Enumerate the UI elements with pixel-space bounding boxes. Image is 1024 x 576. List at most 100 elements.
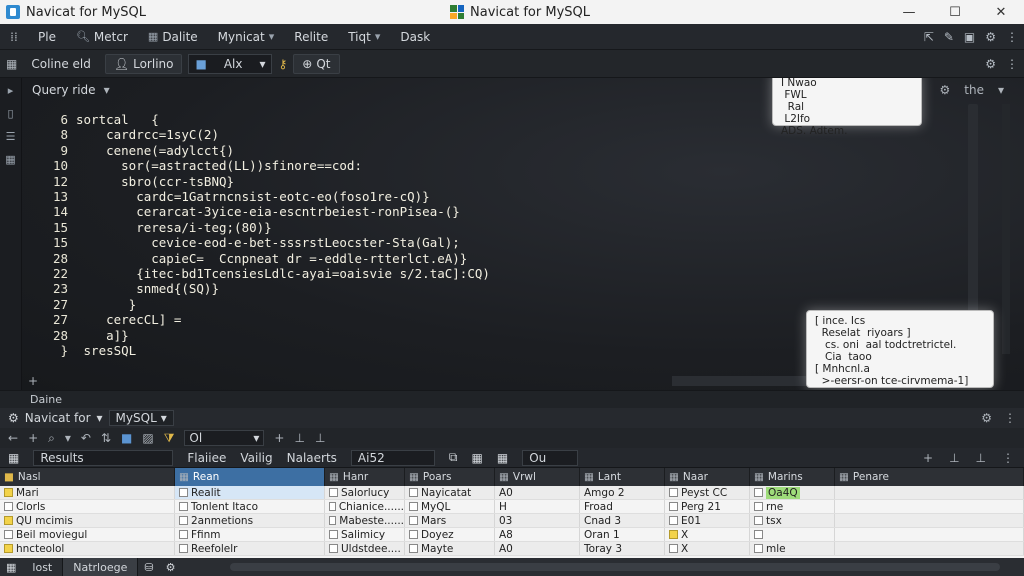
row-checkbox[interactable] (754, 544, 763, 553)
query-button[interactable]: ⊕ Qt (293, 53, 340, 74)
filter-icon[interactable]: ⧩ (164, 431, 175, 446)
minimize-icon[interactable]: — (886, 0, 932, 24)
chevron-down-icon[interactable]: ▾ (998, 83, 1004, 97)
back-icon[interactable]: ← (8, 431, 18, 445)
pin-icon[interactable]: ⊥ (949, 451, 959, 465)
status-tab-natrloege[interactable]: Natrloege (63, 558, 139, 576)
code-line[interactable]: 28 a]} (22, 328, 642, 343)
table-cell[interactable]: Chianice...... (325, 500, 405, 513)
collapse-icon[interactable]: ▸ (8, 84, 14, 97)
column-header[interactable]: ▦ Marins (750, 468, 835, 486)
more-icon[interactable]: ⋮ (1006, 57, 1018, 71)
table-cell[interactable]: Perg 21 (665, 500, 750, 513)
table-cell[interactable]: H (495, 500, 580, 513)
row-checkbox[interactable] (409, 488, 418, 497)
line-text[interactable]: capieC= Ccnpneat dr =-eddle-rtterlct.eA)… (76, 251, 467, 266)
table-cell[interactable]: Doyez (405, 528, 495, 541)
add-icon[interactable]: + (274, 431, 284, 445)
folder-icon[interactable]: ■ (121, 431, 132, 445)
menu-mynicat[interactable]: Mynicat ▾ (208, 24, 285, 50)
row-checkbox[interactable] (329, 488, 338, 497)
table-cell[interactable]: Peyst CC (665, 486, 750, 499)
row-checkbox[interactable] (669, 530, 678, 539)
table-cell[interactable]: Salimicy (325, 528, 405, 541)
table-small-icon[interactable]: ▦ (8, 451, 19, 465)
row-checkbox[interactable] (329, 502, 336, 511)
table-cell[interactable]: A8 (495, 528, 580, 541)
line-text[interactable]: cevice-eod-e-bet-sssrstLeocster-Sta(Gal)… (76, 235, 460, 250)
grid-icon[interactable]: ▦ (5, 153, 15, 166)
line-text[interactable]: snmed{(SQ)} (76, 281, 219, 296)
more-icon[interactable]: ⋮ (1004, 411, 1016, 425)
filter-item-2[interactable]: Nalaerts (287, 451, 337, 465)
line-text[interactable]: sbro(ccr-tsBNQ} (76, 174, 234, 189)
code-line[interactable]: 27 cerecCL] = (22, 312, 642, 327)
line-text[interactable]: {itec-bd1TcensiesLdlc-ayai=oaisvie s/2.t… (76, 266, 490, 281)
table-row[interactable]: Beil moviegul Ffinm Salimicy Doyez A8 Oran 1 X (0, 528, 1024, 542)
line-text[interactable]: cerarcat-3yice-eia-escntrbeiest-ronPisea… (76, 204, 460, 219)
menu-dalite[interactable]: ▦ Dalite (138, 24, 208, 50)
row-checkbox[interactable] (179, 488, 188, 497)
line-text[interactable]: sortcal { (76, 112, 159, 127)
table-cell[interactable]: Realit (175, 486, 325, 499)
row-checkbox[interactable] (669, 516, 678, 525)
table-cell[interactable]: Amgo 2 (580, 486, 665, 499)
edit-icon[interactable]: ✎ (944, 30, 954, 44)
table-cell[interactable]: rne (750, 500, 835, 513)
table-cell[interactable]: tsx (750, 514, 835, 527)
line-text[interactable]: cerecCL] = (76, 312, 181, 327)
column-header[interactable]: ▦ Rean (175, 468, 325, 486)
code-line[interactable]: 13 cardc=1Gatrncnsist-eotc-eo(foso1re-cQ… (22, 189, 642, 204)
sort-icon[interactable]: ⇅ (101, 431, 111, 445)
list-icon[interactable]: ☰ (6, 130, 16, 143)
column-header[interactable]: ▦ Penare (835, 468, 1024, 486)
grid-menu-icon[interactable]: ⁞⁞ (0, 30, 28, 44)
table-cell[interactable]: Toray 3 (580, 542, 665, 555)
filter-item-4[interactable]: Ou (522, 449, 579, 466)
column-header[interactable]: ▦ Lant (580, 468, 665, 486)
line-text[interactable]: reresa/i-teg;(80)} (76, 220, 271, 235)
window-icon[interactable]: ▣ (964, 30, 975, 44)
code-line[interactable]: 6 sortcal { (22, 112, 642, 127)
row-checkbox[interactable] (754, 516, 763, 525)
table-cell[interactable] (750, 528, 835, 541)
menu-relite[interactable]: Relite (284, 24, 338, 50)
row-checkbox[interactable] (409, 530, 418, 539)
grid-icon[interactable]: ▦ (472, 451, 483, 465)
menu-metcr[interactable]: 🔍︎ Metcr (66, 24, 138, 50)
line-text[interactable]: sor(=astracted(LL))sfinore==cod: (76, 158, 362, 173)
table-cell[interactable]: Froad (580, 500, 665, 513)
row-checkbox[interactable] (669, 488, 678, 497)
row-checkbox[interactable] (4, 544, 13, 553)
column-header[interactable]: ▦ Hanr (325, 468, 405, 486)
add-icon[interactable]: + (28, 431, 38, 445)
settings-icon[interactable]: ⚙ (940, 83, 951, 97)
settings-icon[interactable]: ⚙ (160, 561, 182, 574)
code-line[interactable]: 27 } (22, 297, 642, 312)
grid-icon[interactable]: ▦ (497, 451, 508, 465)
menu-ple[interactable]: Ple (28, 24, 66, 50)
line-text[interactable]: } (76, 297, 137, 312)
close-icon[interactable]: ✕ (978, 0, 1024, 24)
line-text[interactable]: sresSQL (76, 343, 137, 358)
column-header[interactable]: ■ Nasl (0, 468, 175, 486)
filter-item-0[interactable]: Flaiiee (187, 451, 226, 465)
gear-icon[interactable]: ⚙ (985, 57, 996, 71)
code-line[interactable]: 12 sbro(ccr-tsBNQ} (22, 174, 642, 189)
table-row[interactable]: Mari Realit Salorlucy Nayicatat A0 Amgo 2 Peys… (0, 486, 1024, 500)
table-cell[interactable]: Cnad 3 (580, 514, 665, 527)
table-cell[interactable]: Mabeste...... (325, 514, 405, 527)
table-cell[interactable]: Salorlucy (325, 486, 405, 499)
menu-dask[interactable]: Dask (390, 24, 440, 50)
status-scrollbar[interactable] (230, 563, 1000, 571)
row-checkbox[interactable] (669, 544, 678, 553)
database-icon[interactable]: ⛁ (138, 561, 159, 574)
column-header[interactable]: ▦ Vrwl (495, 468, 580, 486)
code-line[interactable]: 15 cevice-eod-e-bet-sssrstLeocster-Sta(G… (22, 235, 642, 250)
column-header[interactable]: ▦ Poars (405, 468, 495, 486)
row-checkbox[interactable] (669, 502, 678, 511)
table-cell[interactable]: A0 (495, 542, 580, 555)
line-text[interactable]: cardc=1Gatrncnsist-eotc-eo(foso1re-cQ)} (76, 189, 430, 204)
code-line[interactable]: 23 snmed{(SQ)} (22, 281, 642, 296)
user-button[interactable]: 👤︎ Lorlino (104, 53, 183, 74)
